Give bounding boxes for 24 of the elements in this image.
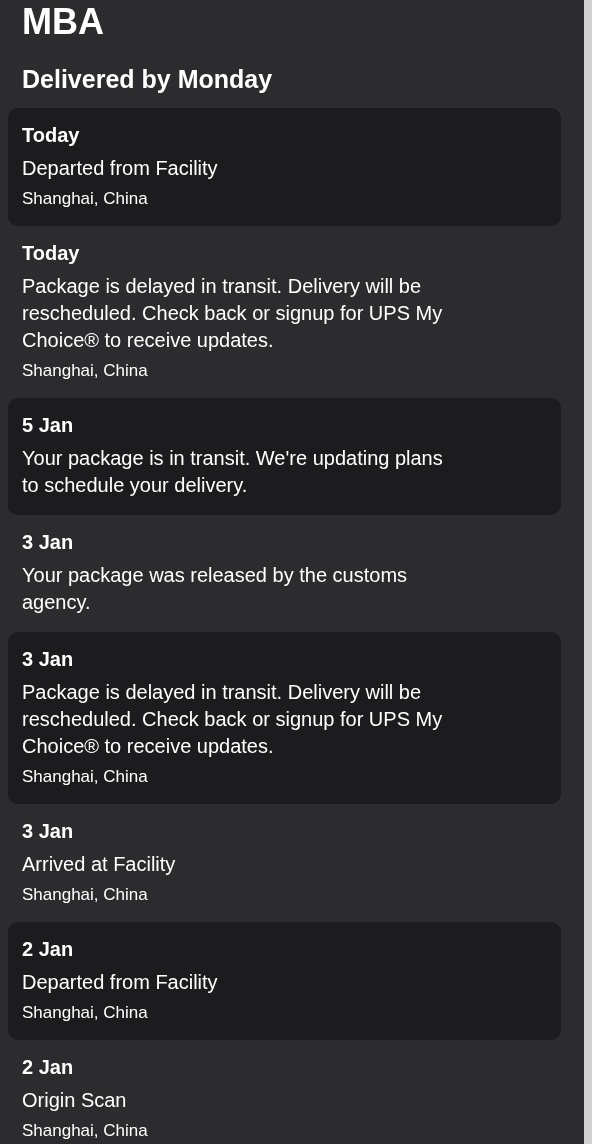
event-description: Departed from Facility	[22, 970, 218, 995]
event-date: 3 Jan	[22, 530, 74, 554]
event-location: Shanghai, China	[22, 884, 148, 906]
event-description: Your package is in transit. We're updating plans to schedule your delivery.	[22, 446, 444, 498]
event-description: Package is delayed in transit. Delivery will be rescheduled. Check back or signup for UPS My Choice® to receive updates.	[22, 680, 444, 759]
event-description: Your package was released by the customs agency.	[22, 563, 409, 615]
event-date: 3 Jan	[22, 647, 74, 671]
event-description: Origin Scan	[22, 1088, 127, 1113]
event-date: 3 Jan	[22, 819, 74, 843]
event-description: Arrived at Facility	[22, 852, 176, 877]
event-date: Today	[22, 241, 80, 265]
event-location: Shanghai, China	[22, 360, 148, 382]
event-date: 2 Jan	[22, 937, 74, 961]
event-date: 2 Jan	[22, 1055, 74, 1079]
event-date: Today	[22, 123, 80, 147]
event-description: Package is delayed in transit. Delivery will be rescheduled. Check back or signup for UPS My Choice® to receive updates.	[22, 274, 444, 353]
event-location: Shanghai, China	[22, 1002, 148, 1024]
delivery-heading: Delivered by Monday	[22, 67, 273, 92]
page-title: MBA	[22, 4, 104, 40]
event-location: Shanghai, China	[22, 766, 148, 788]
event-description: Departed from Facility	[22, 156, 218, 181]
event-location: Shanghai, China	[22, 1120, 148, 1142]
event-location: Shanghai, China	[22, 188, 148, 210]
event-date: 5 Jan	[22, 413, 74, 437]
